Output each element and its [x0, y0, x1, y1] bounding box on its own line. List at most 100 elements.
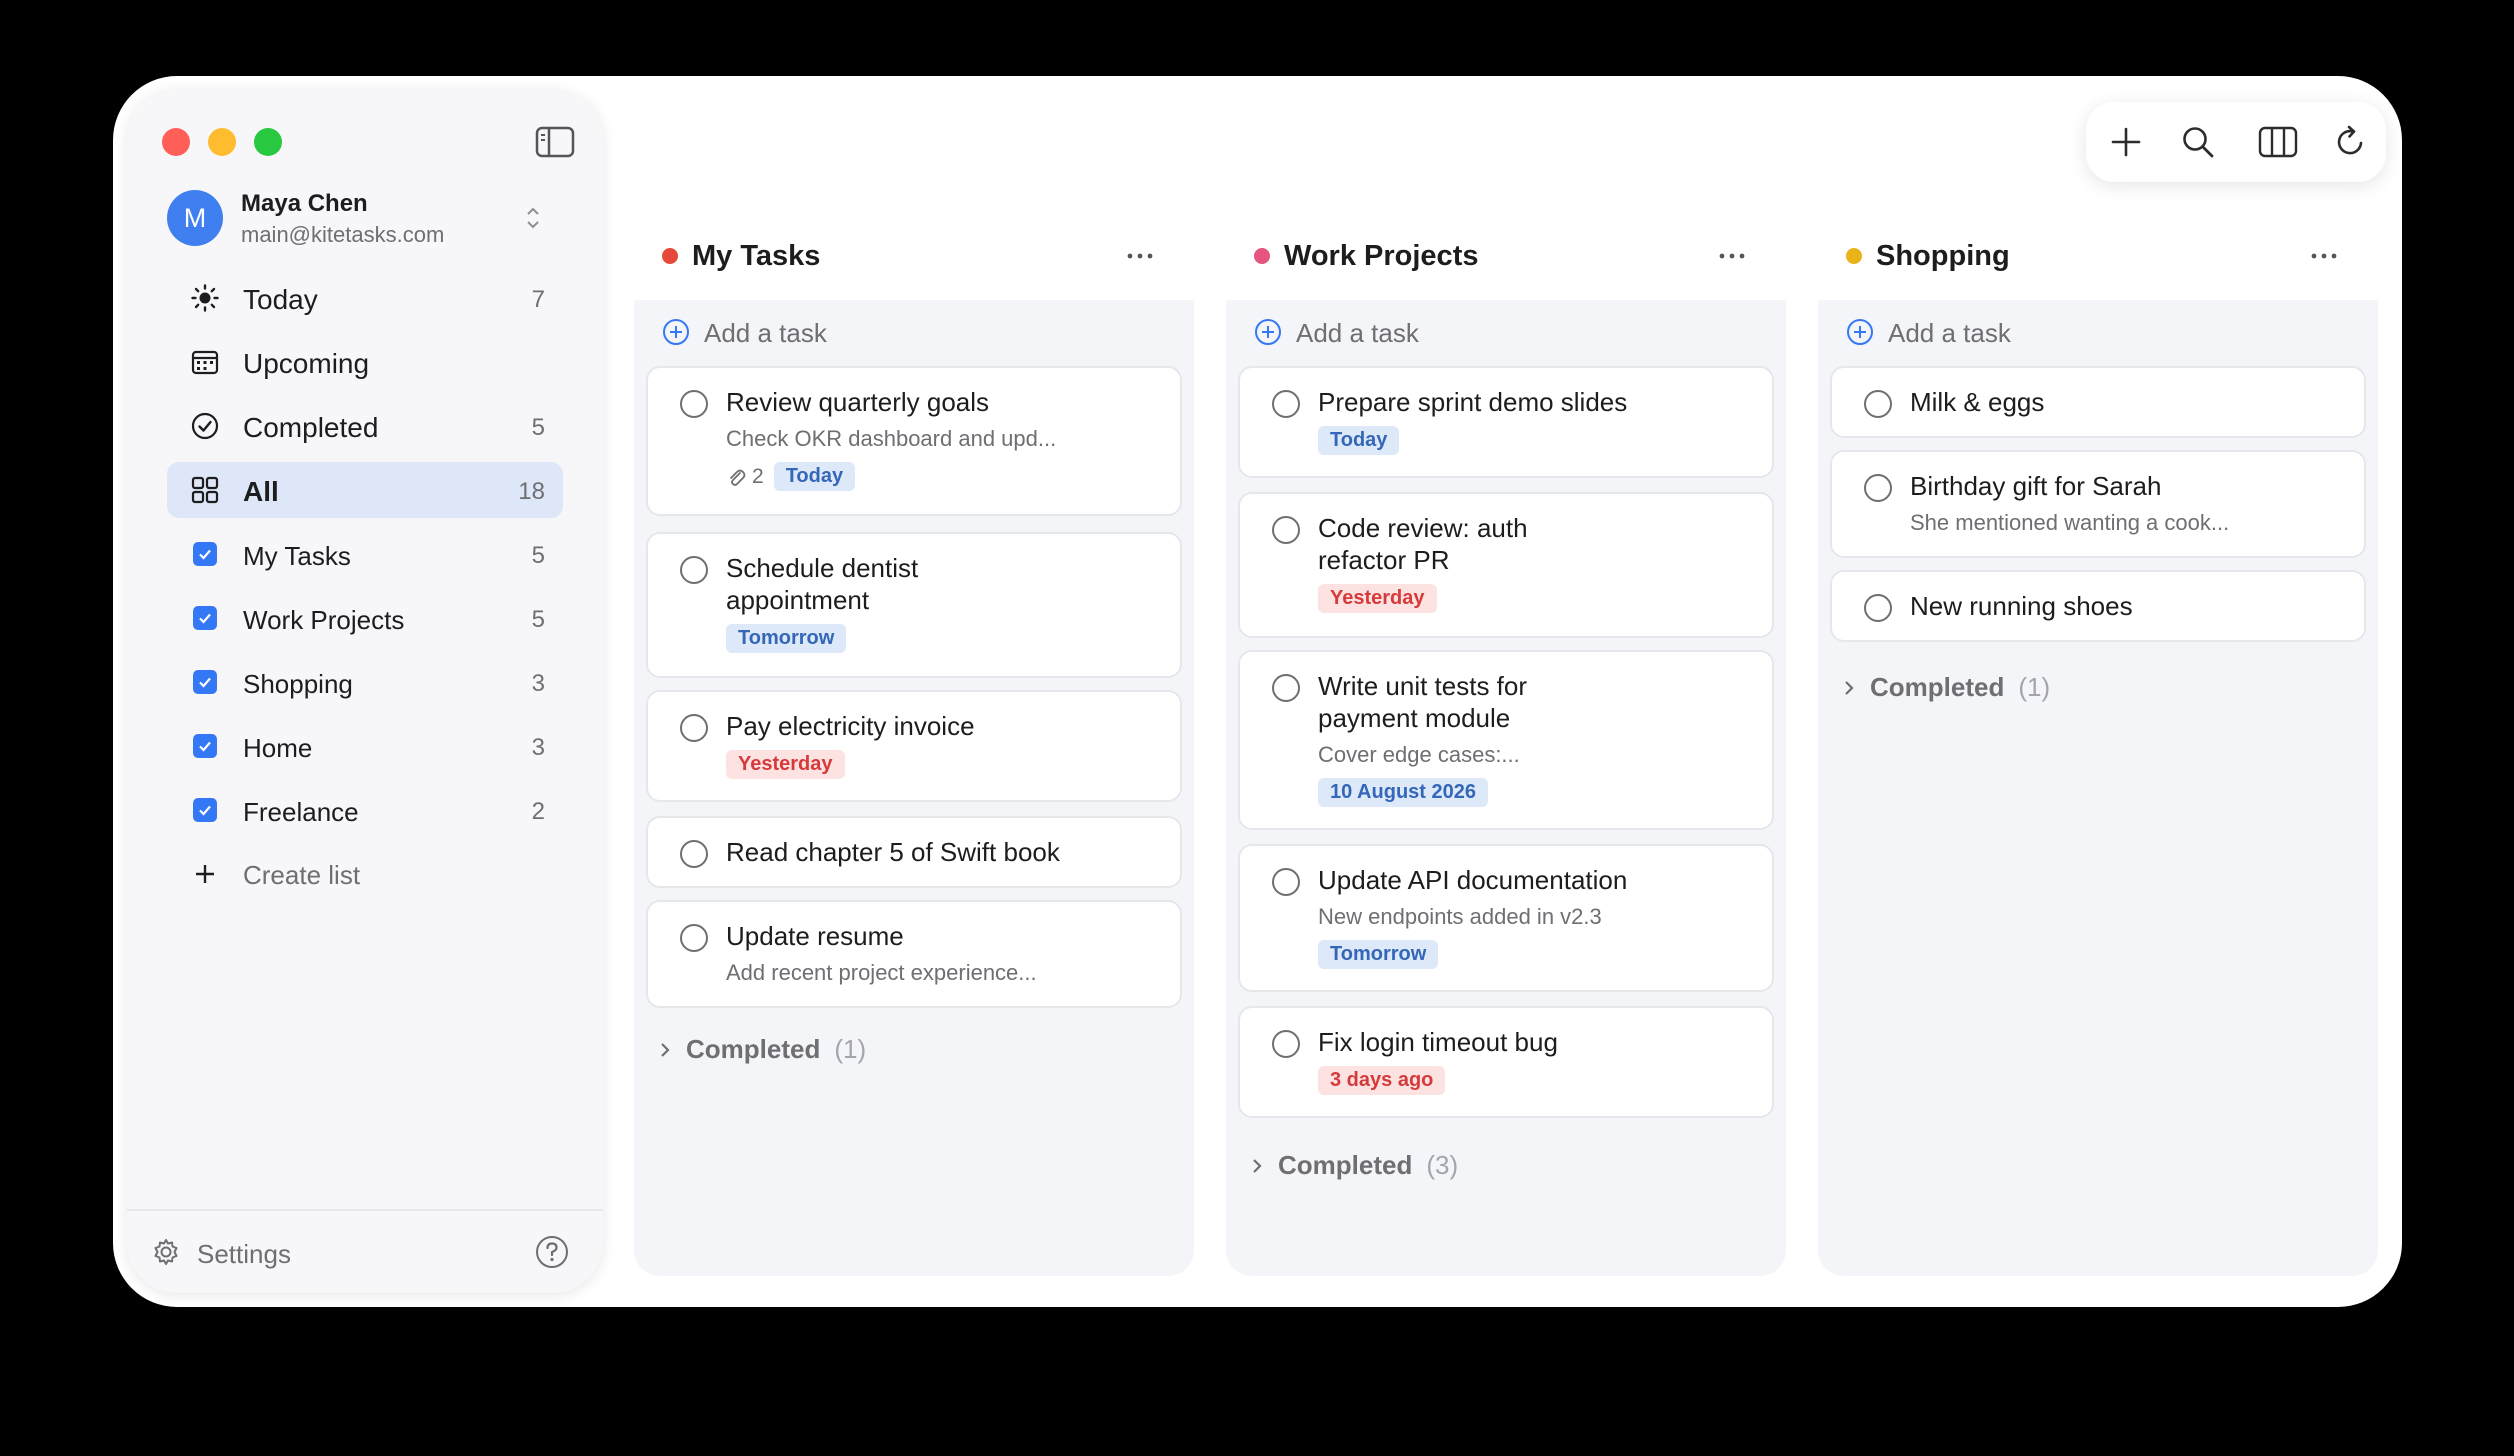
add-task-button[interactable]: Add a task [1818, 300, 2378, 366]
column-title: Shopping [1876, 240, 2010, 272]
create-list-label: Create list [243, 860, 361, 890]
task-card[interactable]: Pay electricity invoice Yesterday [646, 690, 1182, 802]
sidebar-item-label: Upcoming [243, 348, 370, 379]
sidebar-item-count: 18 [518, 478, 545, 505]
list-color-dot [662, 248, 678, 264]
task-checkbox[interactable] [1272, 868, 1300, 896]
task-checkbox[interactable] [1864, 594, 1892, 622]
chevron-right-icon [661, 1042, 670, 1057]
task-card[interactable]: Prepare sprint demo slides Today [1238, 366, 1774, 478]
task-checkbox[interactable] [680, 924, 708, 952]
task-card[interactable]: Schedule dentist appointment Tomorrow [646, 532, 1182, 678]
create-list-button[interactable]: Create list [167, 846, 563, 902]
search-icon[interactable] [2180, 124, 2216, 160]
task-checkbox[interactable] [1864, 474, 1892, 502]
sidebar-nav: Today 7 Upcoming Completed 5 All 18 My T… [167, 270, 563, 910]
completed-label: Completed [686, 1034, 821, 1064]
task-title: Pay electricity invoice [726, 711, 975, 741]
sidebar-item-upcoming[interactable]: Upcoming [167, 334, 563, 390]
gear-icon[interactable] [151, 1237, 181, 1267]
task-card[interactable]: New running shoes [1830, 570, 2366, 642]
task-card[interactable]: Update resume Add recent project experie… [646, 900, 1182, 1008]
checkbox-checked-icon[interactable] [193, 606, 217, 630]
add-icon[interactable] [2108, 124, 2144, 160]
sidebar-item-all[interactable]: All 18 [167, 462, 563, 518]
help-icon[interactable] [535, 1235, 569, 1269]
completed-section-toggle[interactable]: Completed (1) [1842, 672, 2050, 703]
task-checkbox[interactable] [1272, 390, 1300, 418]
sidebar-item-label: Work Projects [243, 605, 405, 635]
attachment-count: 2 [726, 465, 764, 489]
task-checkbox[interactable] [1272, 1030, 1300, 1058]
task-checkbox[interactable] [680, 714, 708, 742]
column-my-tasks: My Tasks Add a task Review quarterly goa… [634, 226, 1194, 1276]
task-checkbox[interactable] [680, 840, 708, 868]
account-switcher[interactable]: M Maya Chen main@kitetasks.com [167, 184, 577, 254]
task-checkbox[interactable] [1272, 674, 1300, 702]
task-card[interactable]: Birthday gift for Sarah She mentioned wa… [1830, 450, 2366, 558]
task-checkbox[interactable] [680, 556, 708, 584]
checkbox-checked-icon[interactable] [193, 670, 217, 694]
task-note: She mentioned wanting a cook... [1910, 510, 2230, 535]
column-body: Add a task Prepare sprint demo slides To… [1226, 300, 1786, 1276]
close-window-button[interactable] [162, 128, 190, 156]
task-checkbox[interactable] [1864, 390, 1892, 418]
task-meta: 2 Today [726, 462, 856, 491]
checkbox-checked-icon[interactable] [193, 542, 217, 566]
task-card[interactable]: Read chapter 5 of Swift book [646, 816, 1182, 888]
completed-label: Completed [1278, 1150, 1413, 1180]
task-card[interactable]: Review quarterly goals Check OKR dashboa… [646, 366, 1182, 516]
settings-button[interactable]: Settings [197, 1239, 291, 1270]
task-checkbox[interactable] [1272, 516, 1300, 544]
completed-label: Completed [1870, 672, 2005, 702]
sidebar-item-my-tasks[interactable]: My Tasks 5 [167, 526, 563, 582]
sidebar-item-count: 5 [531, 414, 545, 441]
sidebar-toggle-icon[interactable] [535, 126, 575, 158]
sidebar-item-label: My Tasks [243, 541, 351, 571]
task-checkbox[interactable] [680, 390, 708, 418]
task-title: Read chapter 5 of Swift book [726, 837, 1060, 867]
sidebar-item-count: 2 [531, 798, 545, 825]
column-work-projects: Work Projects Add a task Prepare sprint … [1226, 226, 1786, 1276]
add-task-button[interactable]: Add a task [634, 300, 1194, 366]
more-options-icon[interactable] [1714, 238, 1750, 274]
sidebar-item-work-projects[interactable]: Work Projects 5 [167, 590, 563, 646]
checkbox-checked-icon[interactable] [193, 798, 217, 822]
sidebar-item-home[interactable]: Home 3 [167, 718, 563, 774]
task-card[interactable]: Fix login timeout bug 3 days ago [1238, 1006, 1774, 1118]
sidebar-item-count: 5 [531, 542, 545, 569]
task-meta: 3 days ago [1318, 1066, 1446, 1095]
completed-section-toggle[interactable]: Completed (1) [658, 1034, 866, 1065]
add-task-button[interactable]: Add a task [1226, 300, 1786, 366]
checkbox-checked-icon[interactable] [193, 734, 217, 758]
sidebar-item-shopping[interactable]: Shopping 3 [167, 654, 563, 710]
task-title: Fix login timeout bug [1318, 1027, 1558, 1057]
minimize-window-button[interactable] [208, 128, 236, 156]
task-meta: Yesterday [726, 750, 845, 779]
task-title: Milk & eggs [1910, 387, 2045, 417]
due-date-badge: Yesterday [1318, 584, 1437, 613]
task-title: Update API documentation [1318, 865, 1628, 895]
completed-section-toggle[interactable]: Completed (3) [1250, 1150, 1458, 1181]
zoom-window-button[interactable] [254, 128, 282, 156]
task-card[interactable]: Write unit tests for payment module Cove… [1238, 650, 1774, 830]
refresh-icon[interactable] [2332, 124, 2368, 160]
sidebar-item-count: 5 [531, 606, 545, 633]
columns-view-icon[interactable] [2258, 124, 2298, 160]
sidebar-item-completed[interactable]: Completed 5 [167, 398, 563, 454]
column-header: My Tasks [634, 226, 1194, 300]
sidebar-item-freelance[interactable]: Freelance 2 [167, 782, 563, 838]
completed-count: (1) [2018, 672, 2051, 702]
task-card[interactable]: Code review: auth refactor PR Yesterday [1238, 492, 1774, 638]
grid-icon [191, 476, 219, 504]
chevron-right-icon [1845, 680, 1854, 695]
more-options-icon[interactable] [2306, 238, 2342, 274]
list-color-dot [1846, 248, 1862, 264]
sidebar-item-today[interactable]: Today 7 [167, 270, 563, 326]
due-date-badge: Tomorrow [726, 624, 847, 653]
task-card[interactable]: Milk & eggs [1830, 366, 2366, 438]
task-card[interactable]: Update API documentation New endpoints a… [1238, 844, 1774, 992]
add-task-label: Add a task [1888, 318, 2011, 348]
more-options-icon[interactable] [1122, 238, 1158, 274]
add-task-label: Add a task [1296, 318, 1419, 348]
